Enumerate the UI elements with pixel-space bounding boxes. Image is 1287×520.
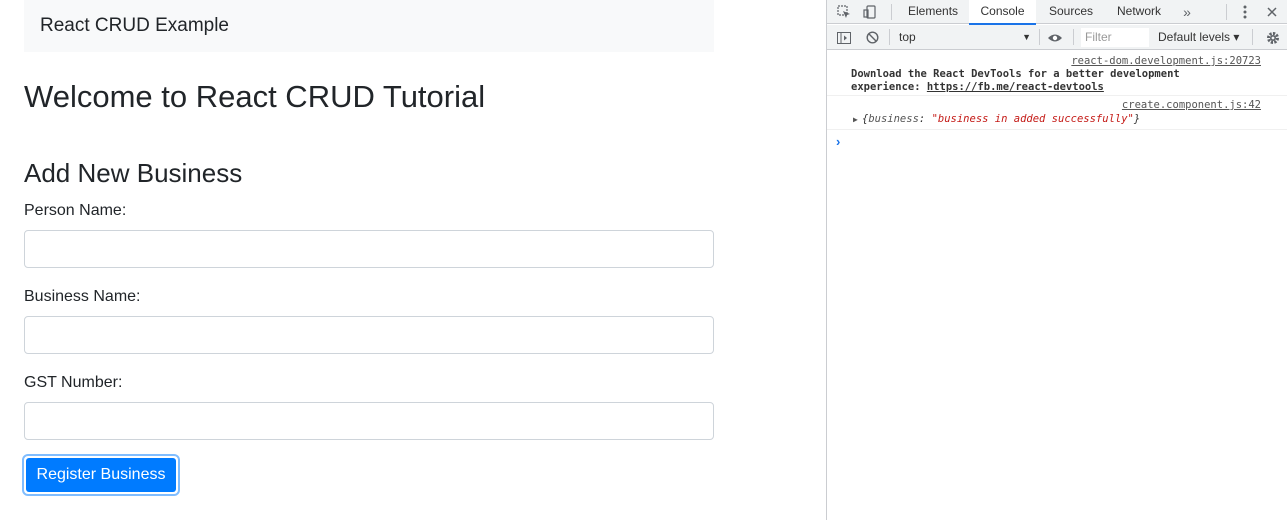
navbar-brand[interactable]: React CRUD Example [40, 14, 229, 38]
log-levels-dropdown[interactable]: Default levels ▾ [1158, 28, 1239, 47]
business-name-label: Business Name: [24, 288, 141, 305]
tab-network[interactable]: Network [1109, 0, 1169, 24]
gst-number-input[interactable] [24, 402, 714, 440]
clear-console-icon[interactable] [863, 25, 881, 50]
sidebar-toggle-icon[interactable] [835, 25, 853, 50]
devtools-link[interactable]: https://fb.me/react-devtools [927, 81, 1104, 93]
console-output: react-dom.development.js:20723 Download … [827, 51, 1287, 130]
close-icon[interactable] [1263, 0, 1281, 24]
console-message: react-dom.development.js:20723 Download … [827, 51, 1287, 96]
form-title: Add New Business [24, 158, 243, 188]
console-toolbar: top ▼ Filter Default levels ▾ [827, 25, 1287, 50]
settings-gear-icon[interactable] [1264, 25, 1282, 50]
message-text: Download the React DevTools for a better… [851, 68, 1251, 94]
inspect-element-icon[interactable] [835, 0, 853, 24]
more-tabs-icon[interactable]: » [1179, 0, 1195, 24]
tab-sources[interactable]: Sources [1041, 0, 1101, 24]
business-name-input[interactable] [24, 316, 714, 354]
toolbar-divider [1039, 29, 1040, 45]
devtools-panel: Elements Console Sources Network » top ▼… [826, 0, 1287, 520]
register-business-button[interactable]: Register Business [22, 454, 180, 496]
message-line-prefix: experience: [851, 81, 927, 93]
message-source-link[interactable]: react-dom.development.js:20723 [1071, 55, 1261, 67]
tab-console[interactable]: Console [969, 0, 1036, 25]
person-name-input[interactable] [24, 230, 714, 268]
object-value: "business in added successfully" [931, 113, 1134, 125]
web-page: React CRUD Example Welcome to React CRUD… [0, 0, 826, 520]
context-value: top [899, 30, 916, 44]
toolbar-divider [889, 29, 890, 45]
expand-triangle-icon[interactable]: ▶ [853, 113, 858, 126]
person-name-label: Person Name: [24, 202, 127, 219]
console-prompt-icon[interactable]: › [836, 134, 840, 149]
object-key: business [868, 113, 919, 125]
context-selector[interactable]: top ▼ [895, 28, 1033, 47]
message-line: Download the React DevTools for a better… [851, 68, 1180, 80]
navbar: React CRUD Example [24, 0, 714, 52]
register-business-button-label: Register Business [26, 458, 176, 492]
console-message: create.component.js:42 ▶ {business: "bus… [827, 96, 1287, 130]
device-toolbar-icon[interactable] [861, 0, 879, 24]
toolbar-divider [1252, 29, 1253, 45]
dropdown-caret-icon: ▼ [1022, 32, 1031, 42]
toolbar-divider [1226, 4, 1227, 20]
message-source-link[interactable]: create.component.js:42 [1122, 99, 1261, 111]
eye-icon[interactable] [1045, 25, 1065, 50]
toolbar-divider [891, 4, 892, 20]
logged-object[interactable]: {business: "business in added successful… [862, 113, 1140, 126]
devtools-tabbar: Elements Console Sources Network » [827, 0, 1287, 25]
gst-number-label: GST Number: [24, 374, 123, 391]
tab-elements[interactable]: Elements [900, 0, 966, 24]
more-vert-icon[interactable] [1236, 0, 1254, 24]
page-title: Welcome to React CRUD Tutorial [24, 79, 486, 114]
filter-input[interactable]: Filter [1081, 28, 1149, 47]
toolbar-divider [1073, 29, 1074, 45]
